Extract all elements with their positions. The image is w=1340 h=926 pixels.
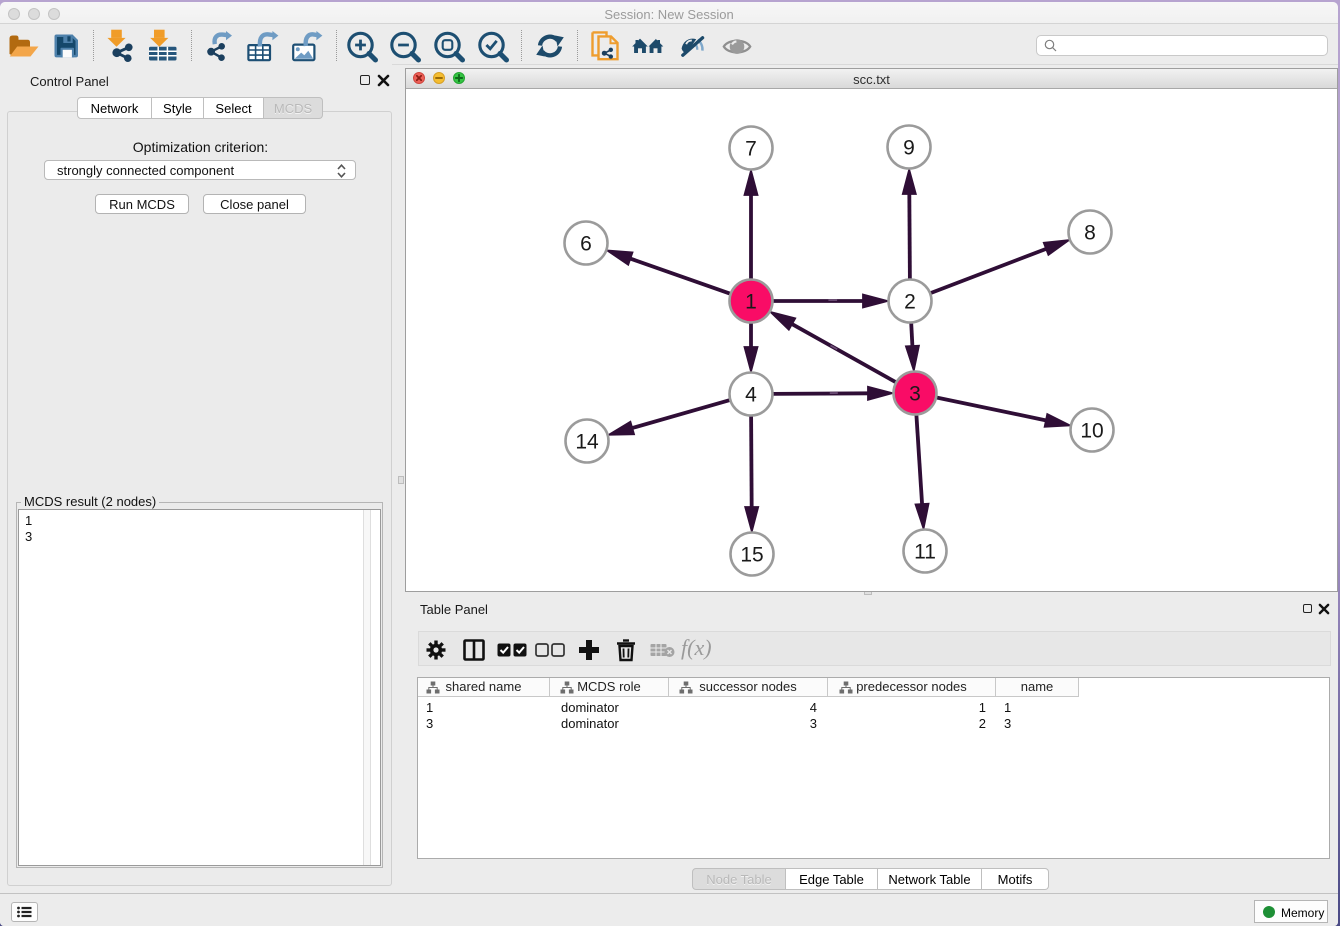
- svg-text:10: 10: [1080, 419, 1103, 442]
- svg-text:7: 7: [745, 137, 757, 160]
- svg-text:9: 9: [903, 136, 915, 159]
- svg-text:14: 14: [575, 430, 599, 453]
- svg-text:4: 4: [745, 383, 757, 406]
- svg-text:6: 6: [580, 232, 592, 255]
- svg-text:11: 11: [914, 540, 936, 563]
- svg-text:15: 15: [740, 543, 763, 566]
- svg-text:8: 8: [1084, 221, 1096, 244]
- svg-text:1: 1: [745, 290, 757, 313]
- svg-text:3: 3: [909, 382, 921, 405]
- svg-text:2: 2: [904, 290, 916, 313]
